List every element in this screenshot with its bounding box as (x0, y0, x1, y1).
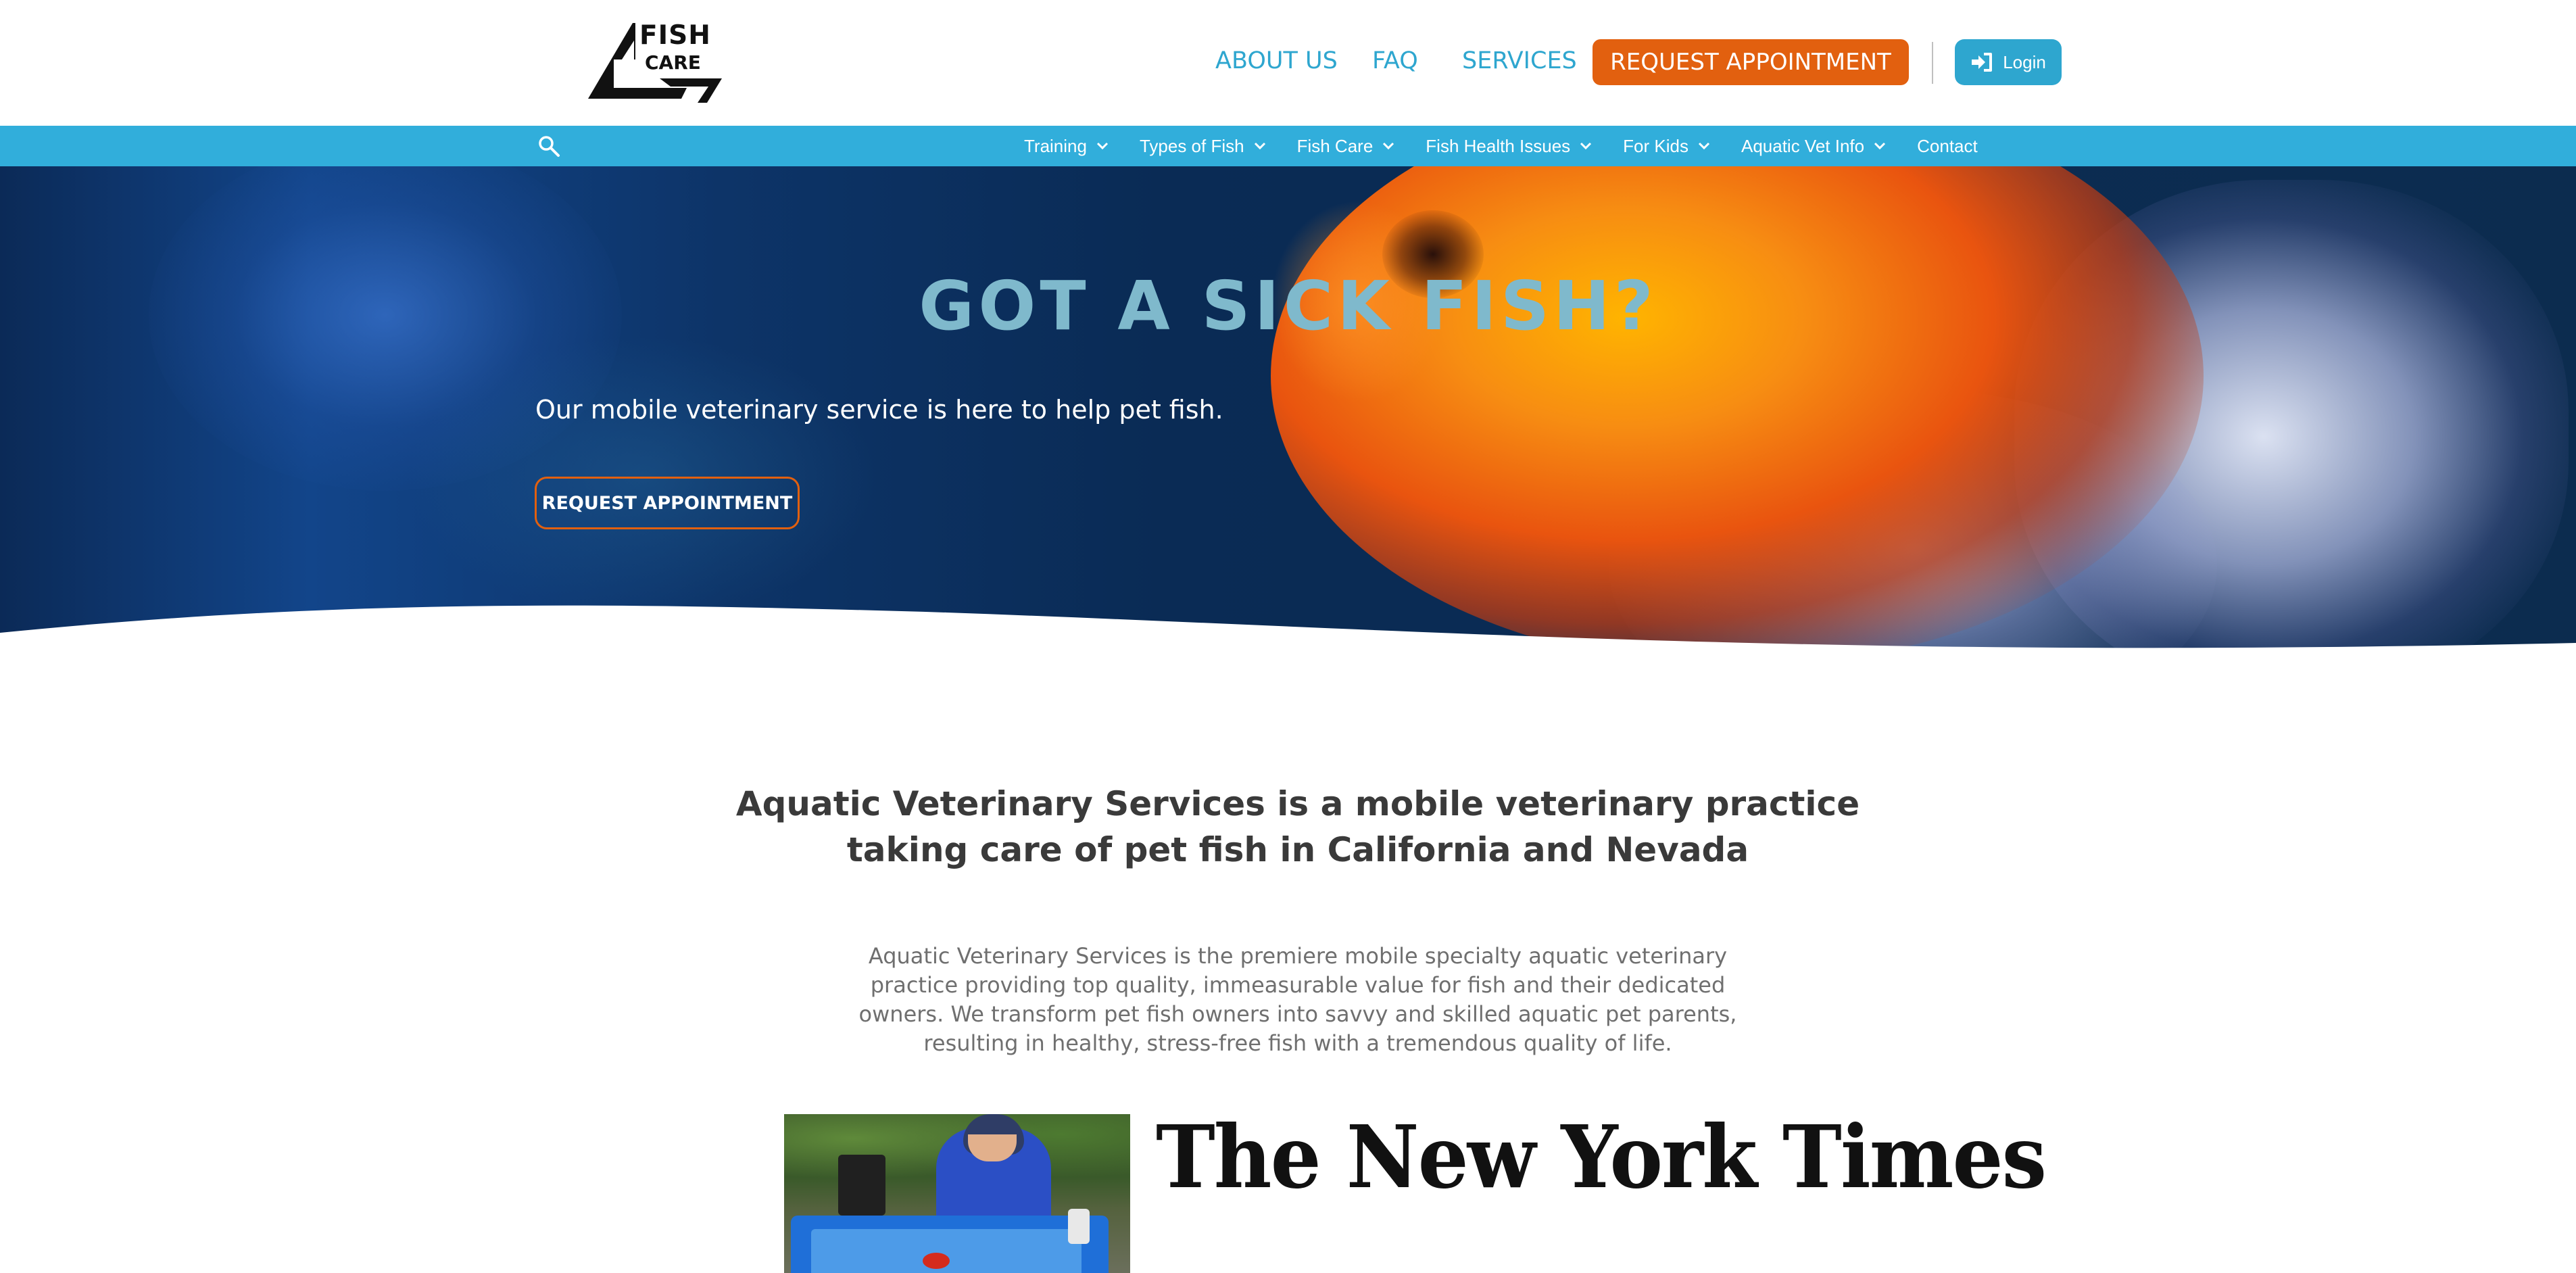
login-button[interactable]: Login (1955, 39, 2062, 85)
menu-items: Training Types of Fish Fish Care Fish He… (1024, 126, 1978, 166)
menu-item-label: For Kids (1623, 135, 1688, 156)
site-header: FISH CARE ABOUT US FAQ SERVICES REQUEST … (0, 0, 2576, 126)
menu-item-label: Types of Fish (1139, 135, 1244, 156)
photo-chair (838, 1155, 885, 1216)
chevron-down-icon (1874, 142, 1886, 150)
chevron-down-icon (1096, 142, 1109, 150)
search-icon[interactable] (537, 134, 561, 158)
menu-item-types-of-fish[interactable]: Types of Fish (1140, 136, 1266, 157)
photo-koi (923, 1253, 950, 1269)
logo-text-care: CARE (645, 51, 701, 74)
logo-text-fish: FISH (639, 20, 711, 51)
main-menu-bar: Training Types of Fish Fish Care Fish He… (0, 126, 2576, 166)
photo-bottle (1068, 1209, 1090, 1244)
intro-heading: Aquatic Veterinary Services is a mobile … (735, 784, 1860, 869)
menu-item-label: Fish Care (1296, 135, 1374, 156)
login-arrow-icon (1972, 53, 1993, 72)
site-logo[interactable]: FISH CARE (587, 20, 722, 107)
menu-item-contact[interactable]: Contact (1917, 136, 1978, 157)
chevron-down-icon (1254, 142, 1265, 150)
menu-item-label: Contact (1917, 135, 1978, 156)
nav-services[interactable]: SERVICES (1462, 47, 1577, 74)
login-label: Login (2003, 51, 2046, 72)
menu-item-label: Training (1024, 135, 1087, 156)
chevron-down-icon (1580, 142, 1592, 150)
intro-paragraph: Aquatic Veterinary Services is the premi… (858, 943, 1737, 1056)
menu-item-label: Aquatic Vet Info (1741, 135, 1865, 156)
header-divider (1932, 42, 1933, 84)
nav-about-us[interactable]: ABOUT US (1215, 47, 1338, 74)
hero-button-label: REQUEST APPOINTMENT (541, 492, 793, 514)
menu-item-fish-health-issues[interactable]: Fish Health Issues (1426, 136, 1592, 157)
menu-item-aquatic-vet-info[interactable]: Aquatic Vet Info (1741, 136, 1886, 157)
chevron-down-icon (1698, 142, 1710, 150)
fish-vet-photo (784, 1114, 1130, 1273)
nav-faq[interactable]: FAQ (1372, 47, 1418, 74)
request-appointment-button[interactable]: REQUEST APPOINTMENT (1593, 39, 1909, 85)
hero-banner: GOT A SICK FISH? Our mobile veterinary s… (0, 166, 2576, 664)
chevron-down-icon (1383, 142, 1394, 150)
menu-item-label: Fish Health Issues (1426, 135, 1571, 156)
request-appointment-label: REQUEST APPOINTMENT (1610, 49, 1891, 76)
menu-item-training[interactable]: Training (1024, 136, 1109, 157)
menu-item-for-kids[interactable]: For Kids (1623, 136, 1710, 157)
hero-subtitle: Our mobile veterinary service is here to… (535, 395, 1223, 425)
hero-title: GOT A SICK FISH? (919, 266, 1657, 345)
menu-item-fish-care[interactable]: Fish Care (1297, 136, 1395, 157)
hero-request-appointment-button[interactable]: REQUEST APPOINTMENT (535, 477, 800, 529)
hero-wave-divider (0, 605, 2576, 664)
photo-water (811, 1229, 1082, 1273)
new-york-times-logo: The New York Times (1156, 1106, 2047, 1208)
